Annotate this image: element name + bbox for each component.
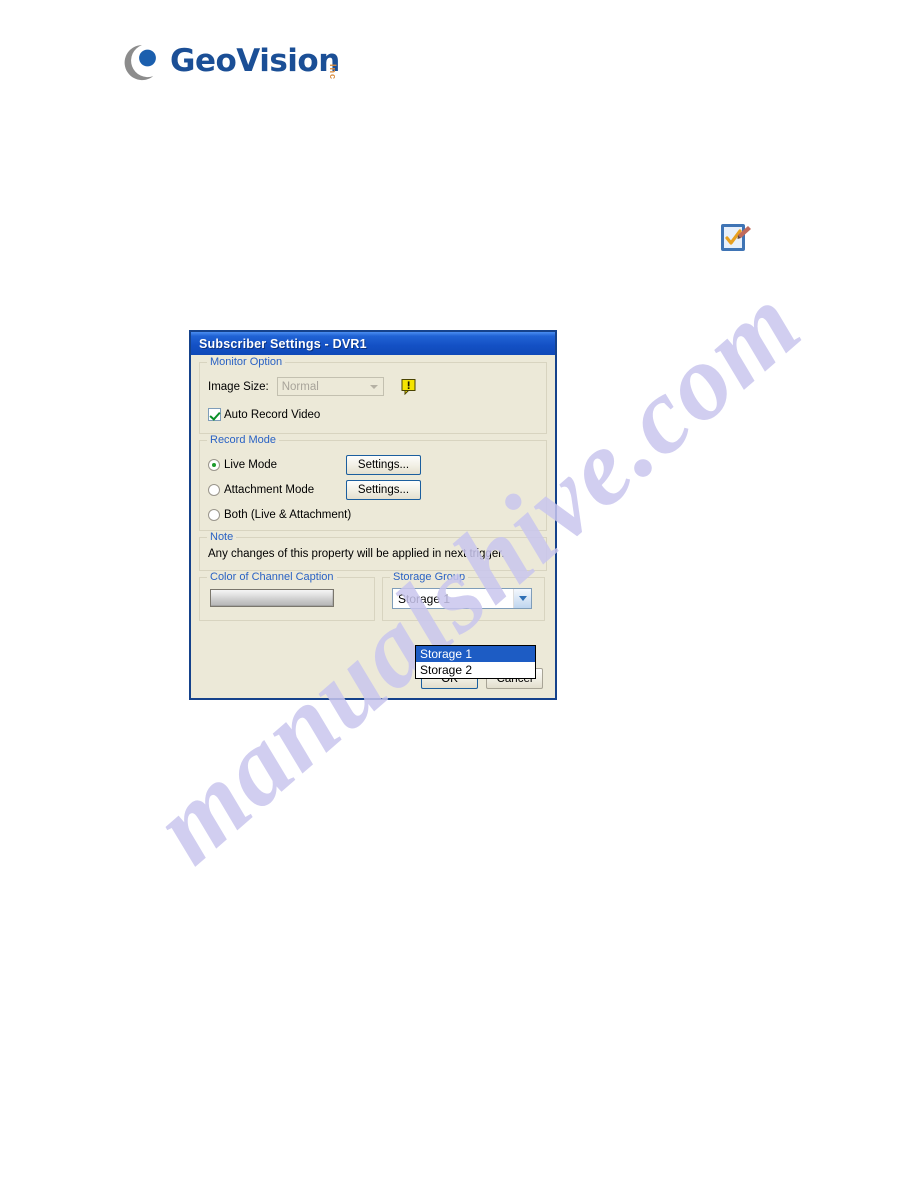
radio-attachment-mode-label: Attachment Mode bbox=[224, 483, 315, 496]
radio-attachment-mode[interactable] bbox=[208, 483, 220, 496]
auto-record-video-checkbox[interactable] bbox=[208, 408, 221, 421]
storage-group-combobox[interactable]: Storage 1 bbox=[392, 588, 532, 609]
yellow-exclamation-callout-icon bbox=[401, 378, 416, 395]
radio-live-mode[interactable] bbox=[208, 458, 220, 471]
storage-group-dropdown-list[interactable]: Storage 1 Storage 2 bbox=[415, 645, 536, 679]
image-size-label: Image Size: bbox=[208, 380, 269, 393]
note-text: Any changes of this property will be app… bbox=[208, 548, 505, 560]
dropdown-option-storage-1[interactable]: Storage 1 bbox=[416, 646, 535, 662]
color-of-channel-caption-group: Color of Channel Caption bbox=[199, 571, 375, 621]
radio-both-mode-label: Both (Live & Attachment) bbox=[224, 508, 352, 521]
record-mode-option-live[interactable]: Live Mode Settings... bbox=[208, 452, 538, 477]
monitor-option-legend: Monitor Option bbox=[207, 356, 286, 368]
note-legend: Note bbox=[207, 531, 237, 543]
radio-live-mode-label: Live Mode bbox=[224, 458, 278, 471]
brand-suffix: Inc bbox=[328, 64, 338, 81]
live-mode-settings-label: Settings... bbox=[357, 458, 410, 471]
attachment-mode-settings-button[interactable]: Settings... bbox=[346, 479, 421, 500]
geovision-crescent-logo-icon bbox=[124, 45, 156, 81]
record-mode-option-both[interactable]: Both (Live & Attachment) bbox=[208, 502, 538, 527]
record-mode-option-attachment[interactable]: Attachment Mode Settings... bbox=[208, 477, 538, 502]
live-mode-settings-button[interactable]: Settings... bbox=[346, 454, 421, 475]
dialog-titlebar[interactable]: Subscriber Settings - DVR1 bbox=[191, 332, 555, 355]
storage-group-selected-value: Storage 1 bbox=[398, 591, 451, 606]
record-mode-legend: Record Mode bbox=[207, 434, 280, 446]
monitor-option-group: Monitor Option Image Size: Normal Auto R… bbox=[199, 356, 547, 434]
storage-group-group: Storage Group Storage 1 bbox=[382, 571, 545, 621]
storage-group-legend: Storage Group bbox=[390, 571, 469, 583]
chevron-down-icon bbox=[366, 378, 383, 395]
brand-wordmark: GeoVision bbox=[170, 43, 340, 79]
image-size-row: Image Size: Normal bbox=[208, 376, 538, 397]
note-group: Note Any changes of this property will b… bbox=[199, 531, 547, 571]
auto-record-video-label: Auto Record Video bbox=[224, 408, 321, 421]
chevron-down-icon[interactable] bbox=[513, 589, 531, 608]
bottom-groups-row: Color of Channel Caption Storage Group S… bbox=[199, 571, 547, 621]
document-edit-icon bbox=[721, 224, 751, 251]
auto-record-video-row[interactable]: Auto Record Video bbox=[208, 408, 538, 421]
color-of-channel-caption-legend: Color of Channel Caption bbox=[207, 571, 337, 583]
geovision-logo: GeoVision Inc bbox=[118, 38, 418, 94]
radio-both-mode[interactable] bbox=[208, 508, 220, 521]
image-size-combobox: Normal bbox=[276, 377, 384, 396]
image-size-value: Normal bbox=[281, 380, 319, 393]
record-mode-group: Record Mode Live Mode Settings... Attach… bbox=[199, 434, 547, 531]
channel-caption-color-swatch[interactable] bbox=[210, 589, 334, 607]
dialog-title: Subscriber Settings - DVR1 bbox=[199, 336, 367, 351]
attachment-mode-settings-label: Settings... bbox=[357, 483, 410, 496]
dropdown-option-storage-2[interactable]: Storage 2 bbox=[416, 662, 535, 678]
